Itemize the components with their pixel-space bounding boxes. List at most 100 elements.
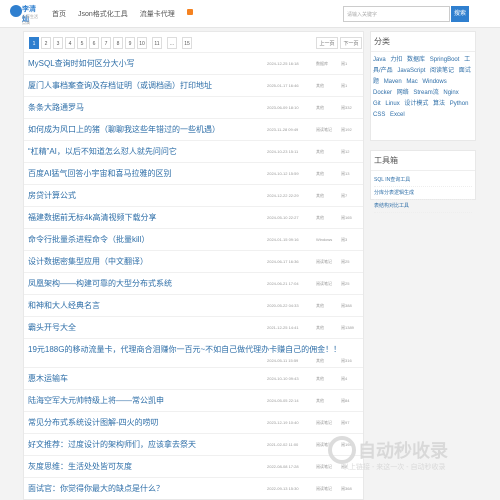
post-views: 阅332 [341,105,352,110]
page-button[interactable]: 10 [137,37,147,49]
post-category[interactable]: 其他 [316,193,324,199]
tool-link[interactable]: SQL IN查询工具 [374,174,472,187]
post-views: 阅13 [341,171,350,176]
category-tag[interactable]: Windows [422,79,446,85]
search-input[interactable]: 请输入关键字 [343,6,450,22]
post-title-link[interactable]: 19元188G的移动流量卡，代理商合泪赚你一百元~不如自己做代理办卡赚自己的佣金… [28,344,341,355]
post-row: 条条大路通罗马 2023-06-09 18:10 其他 阅332 [24,96,363,118]
post-category[interactable]: 阅读笔记 [316,127,332,133]
category-tag[interactable]: Python [450,101,469,107]
post-title-link[interactable]: 和神和大人经典名言 [28,300,100,311]
post-title-link[interactable]: 陆海空军大元帅特级上将——常公凯申 [28,395,164,406]
post-category[interactable]: 其他 [316,149,324,155]
post-views: 阅388 [341,303,352,308]
post-title-link[interactable]: 房贷计算公式 [28,190,76,201]
category-tag[interactable]: Mac [406,79,417,85]
post-title-link[interactable]: 如何成为风口上的猪（聊聊我这些年错过的一些机遇） [28,124,220,135]
page-button[interactable]: 7 [101,37,111,49]
page-button[interactable]: 2 [41,37,51,49]
nav-json-tool[interactable]: Json格式化工具 [78,11,128,18]
category-tag[interactable]: Nginx [443,90,458,96]
category-tag[interactable]: JavaScript [397,68,425,74]
category-tag[interactable]: 算法 [433,101,445,107]
page-button[interactable]: 6 [89,37,99,49]
category-tag[interactable]: Git [373,101,381,107]
post-row: 陆海空军大元帅特级上将——常公凯申 2024-05-05 22:14 其他 阅84 [24,389,363,411]
post-row: 百度AI猛气回答小宇宙和喜马拉雅的区别 2024-10-12 15:59 其他 阅13 [24,162,363,184]
page-button[interactable]: 3 [53,37,63,49]
category-tag[interactable]: Stream流 [413,90,438,96]
post-title-link[interactable]: 命令行批量杀进程命令（批量kill） [28,234,149,245]
tool-link[interactable]: 表结构对比工具 [374,200,472,213]
post-date: 2024-05-05 22:14 [267,398,299,403]
post-title-link[interactable]: 百度AI猛气回答小宇宙和喜马拉雅的区别 [28,168,172,179]
watermark: 自动秒收录 以上链接 - 来这一次 - 自动秒收录 [328,436,500,476]
page-button[interactable]: 8 [113,37,123,49]
top-bar: 李清灿 分享生活点滴 首页 Json格式化工具 流量卡代理 请输入关键字 搜索 [0,0,500,28]
post-category[interactable]: 其他 [316,325,324,331]
post-title-link[interactable]: 条条大路通罗马 [28,102,84,113]
site-logo[interactable]: 李清灿 分享生活点滴 [8,3,38,25]
post-title-link[interactable]: 常见分布式系统设计图解-四火的唠叨 [28,417,159,428]
prev-page-button[interactable]: 上一页 [316,37,338,49]
post-category[interactable]: 其他 [316,215,324,221]
category-tag[interactable]: 设计模式 [404,101,428,107]
post-title-link[interactable]: 灰度思维：生活处处皆可灰度 [28,461,132,472]
category-tag[interactable]: SpringBoot [430,57,460,63]
page-button[interactable]: 15 [182,37,192,49]
post-category[interactable]: 阅读笔记 [316,420,332,426]
post-category[interactable]: 其他 [316,358,324,364]
post-row: 灰度思维：生活处处皆可灰度 2022-08-08 17:28 阅读笔记 阅8 [24,455,363,477]
category-tag[interactable]: Docker [373,90,392,96]
post-category[interactable]: 阅读笔记 [316,486,332,492]
page-button[interactable]: 4 [65,37,75,49]
category-panel: 分类 Java 力扣 数据库 SpringBoot 工具/产品 JavaScri… [370,31,476,141]
post-views: 阅316 [341,358,352,363]
category-tag[interactable]: Maven [384,79,402,85]
post-title-link[interactable]: 好文推荐：过度设计的架构师们，应该拿去祭天 [28,439,196,450]
post-date: 2023-11-28 09:49 [267,127,299,132]
post-title-link[interactable]: 设计数据密集型应用（中文翻译） [28,256,148,267]
post-category[interactable]: 其他 [316,105,324,111]
post-title-link[interactable]: MySQL查询时如何区分大小写 [28,58,135,69]
page-button[interactable]: 1 [29,37,39,49]
post-date: 2024-12-25 16:18 [267,61,299,66]
post-category[interactable]: Windows [316,237,332,242]
post-title-link[interactable]: 厦门人事档案查询及存档证明（或调档函）打印地址 [28,80,212,91]
category-tag[interactable]: CSS [373,112,385,118]
post-category[interactable]: 其他 [316,83,324,89]
page-button[interactable]: 9 [125,37,135,49]
category-tag[interactable]: 网络 [397,90,409,96]
post-category[interactable]: 阅读笔记 [316,259,332,265]
post-title-link[interactable]: 福建数据前无标4k高清视频下载分享 [28,212,156,223]
category-tag[interactable]: Linux [385,101,399,107]
next-page-button[interactable]: 下一页 [340,37,362,49]
category-tag[interactable]: 阅读笔记 [430,68,454,74]
post-category[interactable]: 其他 [316,376,324,382]
post-category[interactable]: 其他 [316,303,324,309]
post-title-link[interactable]: “杠精”AI，以后不知道怎么怼人就先问问它 [28,146,177,157]
tool-link[interactable]: 分库分表逻辑生成 [374,187,472,200]
post-title-link[interactable]: 凤凰架构——构建可靠的大型分布式系统 [28,278,172,289]
post-title-link[interactable]: 惠木运输车 [28,373,68,384]
search-button[interactable]: 搜索 [451,6,469,22]
page-button[interactable]: 11 [152,37,162,49]
post-title-link[interactable]: 面试官：你觉得你最大的缺点是什么？ [28,483,164,494]
post-date: 2022-08-08 17:28 [267,464,299,469]
page-button[interactable]: 5 [77,37,87,49]
post-row: 好文推荐：过度设计的架构师们，应该拿去祭天 2021-02-02 11:00 阅读笔… [24,433,363,455]
post-category[interactable]: 数据库 [316,61,328,67]
nav-sim-card[interactable]: 流量卡代理 [140,9,203,18]
post-category[interactable]: 其他 [316,398,324,404]
category-tag[interactable]: 数据库 [407,57,425,63]
nav-home[interactable]: 首页 [52,11,66,18]
category-tag[interactable]: Excel [390,112,405,118]
category-tag[interactable]: Java [373,57,386,63]
post-date: 2025-01-17 16:46 [267,83,299,88]
post-category[interactable]: 阅读笔记 [316,281,332,287]
category-tag[interactable]: 力扣 [390,57,402,63]
post-title-link[interactable]: 霸头开号大全 [28,322,76,333]
toolbox-title: 工具箱 [371,151,475,171]
post-category[interactable]: 其他 [316,171,324,177]
rss-icon [186,9,193,15]
